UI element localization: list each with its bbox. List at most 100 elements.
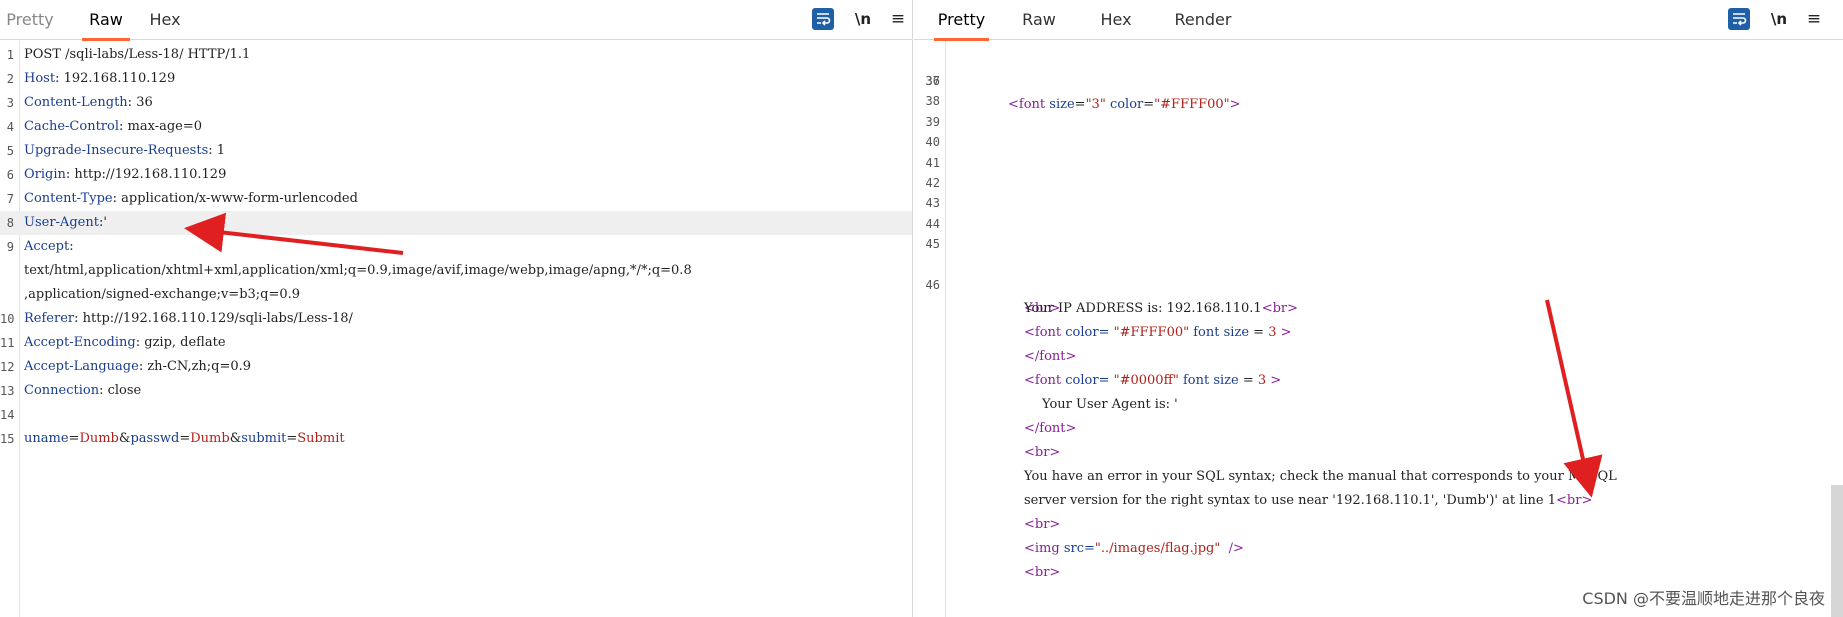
code-text: Accept-Encoding: gzip, deflate: [24, 331, 226, 355]
header-value: 36: [136, 95, 153, 110]
header-value: close: [107, 383, 142, 398]
line-number: 7: [6, 192, 14, 206]
response-pane: Pretty Raw Hex Render \n ≡ 36 <font size…: [914, 0, 1843, 617]
line-number: 4: [6, 120, 14, 134]
newline-toggle-icon[interactable]: \n: [852, 8, 874, 30]
menu-icon[interactable]: ≡: [887, 8, 909, 30]
code-line: <br>: [914, 537, 1843, 580]
code-text: Upgrade-Insecure-Requests: 1: [24, 139, 225, 163]
code-text: text/html,application/xhtml+xml,applicat…: [24, 259, 692, 283]
code-line: 2 Host: 192.168.110.129: [0, 67, 912, 91]
param-separator: &: [229, 431, 242, 446]
header-name: Host: [24, 71, 56, 86]
newline-toggle-icon[interactable]: \n: [1768, 8, 1790, 30]
tab-pretty[interactable]: Pretty: [934, 0, 989, 41]
param-value: Dumb: [79, 431, 119, 446]
code-text: uname=Dumb&passwd=Dumb&submit=Submit: [24, 427, 345, 451]
code-line: Your User Agent is: ': [914, 369, 1843, 412]
request-editor[interactable]: 1 POST /sqli-labs/Less-18/ HTTP/1.1 2 Host:…: [0, 41, 912, 617]
header-name: User-Agent: [24, 215, 99, 230]
tab-pretty[interactable]: Pretty: [6, 0, 54, 40]
code-text: <br>: [1024, 561, 1060, 585]
br-tag: <br>: [1024, 565, 1061, 580]
tab-hex[interactable]: Hex: [145, 0, 185, 40]
code-line: </font>: [914, 321, 1843, 364]
code-text: Cache-Control: max-age=0: [24, 115, 202, 139]
header-separator: :: [55, 71, 64, 86]
param-equals: =: [179, 431, 191, 446]
wrap-lines-icon[interactable]: [1728, 8, 1750, 30]
header-name: Connection: [24, 383, 100, 398]
header-separator: :: [135, 335, 145, 350]
code-line: 3 Content-Length: 36: [0, 91, 912, 115]
code-line: <font color= "#FFFF00" font size = 3 >: [914, 297, 1843, 340]
code-line: 8 User-Agent:': [0, 211, 912, 235]
code-line: <font color= "#0000ff" font size = 3 >: [914, 345, 1843, 388]
code-text: Origin: http://192.168.110.129: [24, 163, 226, 187]
header-value: zh-CN,zh;q=0.9: [147, 359, 252, 374]
line-number: 13: [0, 384, 15, 398]
code-line: 1 POST /sqli-labs/Less-18/ HTTP/1.1: [0, 43, 912, 67]
param-name: submit: [241, 431, 287, 446]
header-value: ': [103, 215, 107, 230]
code-line: 6 Origin: http://192.168.110.129: [0, 163, 912, 187]
wrap-lines-icon[interactable]: [812, 8, 834, 30]
tab-raw[interactable]: Raw: [82, 0, 130, 41]
header-value: http://192.168.110.129/sqli-labs/Less-18…: [82, 311, 353, 326]
code-line: 15 uname=Dumb&passwd=Dumb&submit=Submit: [0, 427, 912, 451]
code-text: User-Agent:': [24, 211, 107, 235]
header-separator: :: [119, 119, 128, 134]
line-number: 15: [0, 432, 15, 446]
line-number: 8: [6, 216, 14, 230]
code-text: Content-Type: application/x-www-form-url…: [24, 187, 358, 211]
header-separator: :: [208, 143, 217, 158]
line-number: 11: [0, 336, 15, 350]
code-line: Your IP ADDRESS is: 192.168.110.1<br>: [914, 273, 1843, 316]
code-text: Accept:: [24, 235, 74, 259]
header-name: Accept: [24, 239, 70, 254]
vertical-scrollbar[interactable]: [1831, 485, 1843, 617]
param-value: Submit: [297, 431, 345, 446]
code-line: server version for the right syntax to u…: [914, 465, 1843, 508]
header-name: Accept-Encoding: [24, 335, 136, 350]
header-separator: :: [112, 191, 122, 206]
code-line: <img src="../images/flag.jpg" />: [914, 513, 1843, 556]
code-line: 36 <font size="3" color="#FFFF00">: [914, 45, 1843, 112]
code-text: ,application/signed-exchange;v=b3;q=0.9: [24, 283, 300, 307]
watermark: CSDN @不要温顺地走进那个良夜: [1582, 589, 1825, 608]
code-line: 9 Accept:: [0, 235, 912, 259]
tab-hex[interactable]: Hex: [1096, 0, 1136, 40]
header-name: Cache-Control: [24, 119, 120, 134]
code-line: 46 <br>: [914, 249, 1843, 316]
header-value: gzip, deflate: [144, 335, 226, 350]
header-value: POST /sqli-labs/Less-18/ HTTP/1.1: [24, 47, 251, 62]
code-line: 11 Accept-Encoding: gzip, deflate: [0, 331, 912, 355]
response-editor[interactable]: 36 <font size="3" color="#FFFF00"> 37 38 3…: [914, 41, 1843, 617]
line-number: 6: [6, 168, 14, 182]
tab-render[interactable]: Render: [1173, 0, 1233, 40]
header-value: http://192.168.110.129: [74, 167, 227, 182]
response-tab-bar: Pretty Raw Hex Render \n ≡: [914, 0, 1843, 41]
line-number: 10: [0, 312, 15, 326]
menu-icon[interactable]: ≡: [1803, 8, 1825, 30]
code-line: 5 Upgrade-Insecure-Requests: 1: [0, 139, 912, 163]
line-number: 5: [6, 144, 14, 158]
code-line: text/html,application/xhtml+xml,applicat…: [0, 259, 912, 283]
code-text: Referer: http://192.168.110.129/sqli-lab…: [24, 307, 353, 331]
request-tab-bar: Pretty Raw Hex \n ≡: [0, 0, 912, 41]
header-separator: :: [127, 95, 137, 110]
header-name: Upgrade-Insecure-Requests: [24, 143, 209, 158]
header-value: ,application/signed-exchange;v=b3;q=0.9: [24, 287, 301, 302]
param-name: uname: [24, 431, 69, 446]
line-number: 14: [0, 408, 15, 422]
code-line: 13 Connection: close: [0, 379, 912, 403]
code-line: 7 Content-Type: application/x-www-form-ur…: [0, 187, 912, 211]
tab-raw[interactable]: Raw: [1019, 0, 1059, 40]
header-value: 192.168.110.129: [63, 71, 176, 86]
header-separator: :: [69, 239, 74, 254]
header-separator: :: [74, 311, 83, 326]
header-value: text/html,application/xhtml+xml,applicat…: [24, 263, 692, 278]
code-line: </font>: [914, 393, 1843, 436]
header-separator: :: [99, 383, 108, 398]
code-text: Accept-Language: zh-CN,zh;q=0.9: [24, 355, 251, 379]
